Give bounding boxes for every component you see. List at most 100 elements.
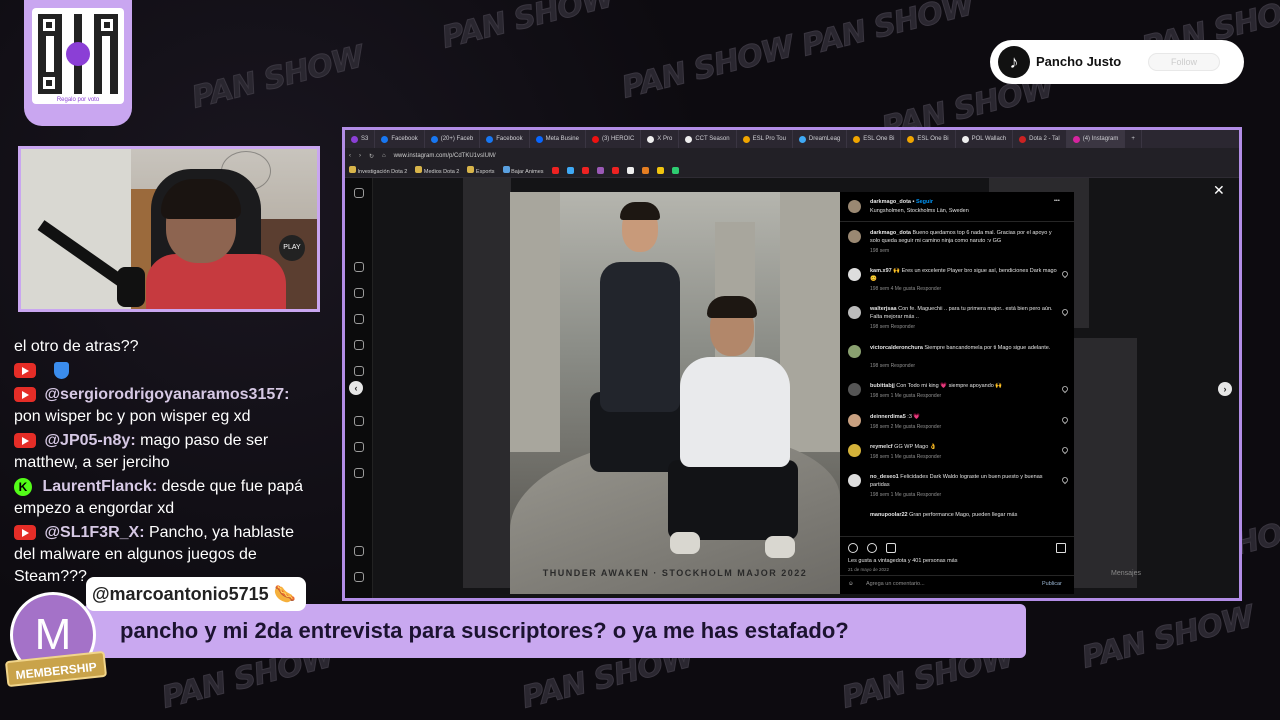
like-icon[interactable]	[848, 543, 858, 553]
kick-icon: K	[14, 477, 32, 496]
tab[interactable]: (20+) Faceb	[425, 130, 481, 148]
threads-icon[interactable]	[354, 572, 364, 582]
live-chat: el otro de atras?? @sergiorodrigoyanaram…	[14, 336, 318, 598]
follow-link[interactable]: Seguir	[916, 199, 933, 205]
tab[interactable]: ESL Pro Tou	[737, 130, 793, 148]
reels-icon[interactable]	[354, 288, 364, 298]
likes-count[interactable]: Les gusta a vintagedota y 401 personas m…	[848, 558, 957, 564]
post-actions: Les gusta a vintagedota y 401 personas m…	[840, 536, 1074, 594]
address-row: ‹ › ↻ ⌂ www.instagram.com/p/CdTKU1vsIUM/	[345, 148, 1239, 164]
like-icon[interactable]	[1060, 269, 1070, 279]
browser-menu[interactable]: S3	[345, 130, 376, 148]
home-icon[interactable]: ⌂	[382, 153, 386, 159]
avatar[interactable]	[848, 383, 861, 396]
dashboard-icon[interactable]	[354, 442, 364, 452]
image-caption: THUNDER AWAKEN · STOCKHOLM MAJOR 2022	[542, 568, 808, 578]
tab[interactable]: DreamLeag	[793, 130, 848, 148]
like-icon[interactable]	[1060, 384, 1070, 394]
tab[interactable]: Dota 2 - Tal	[1013, 130, 1067, 148]
background-logo: PAN SHOW	[188, 39, 368, 116]
tab-instagram[interactable]: (4) Instagram	[1066, 130, 1126, 148]
browser-window: S3 Facebook (20+) Faceb Facebook Meta Bu…	[342, 127, 1242, 601]
create-icon[interactable]	[354, 416, 364, 426]
tab[interactable]: CCT Season	[679, 130, 737, 148]
explore-icon[interactable]	[354, 366, 364, 376]
chat-message	[14, 360, 318, 382]
instagram-icon[interactable]	[354, 188, 364, 198]
qr-card[interactable]: Regalo por voto	[24, 0, 132, 126]
qr-code: Regalo por voto	[32, 8, 124, 104]
membership-message: pancho y mi 2da entrevista para suscript…	[120, 618, 849, 643]
tiktok-name: Pancho Justo	[1036, 54, 1122, 69]
back-icon[interactable]: ‹	[349, 153, 351, 159]
comment-icon[interactable]	[867, 543, 877, 553]
reload-icon[interactable]: ↻	[369, 153, 374, 160]
background-logo: PAN SHOW	[438, 0, 618, 56]
prev-post-button[interactable]: ‹	[349, 381, 363, 395]
tab[interactable]: Meta Busine	[530, 130, 586, 148]
url-bar[interactable]: www.instagram.com/p/CdTKU1vsIUM/	[394, 153, 496, 159]
post-author[interactable]: darkmago_dota • Seguir	[870, 199, 933, 205]
chat-username: @SL1F3R_X:	[44, 524, 145, 541]
forward-icon[interactable]: ›	[359, 153, 361, 159]
tiktok-follow-card: ♪ Pancho Justo Follow	[990, 40, 1244, 84]
chat-username: LaurentFlanck:	[42, 478, 158, 495]
emoji-icon[interactable]: ☺	[848, 581, 854, 587]
tiktok-icon: ♪	[998, 46, 1030, 78]
avatar[interactable]	[848, 200, 861, 213]
next-post-button[interactable]: ›	[1218, 382, 1232, 396]
messages-label[interactable]: Mensajes	[1111, 570, 1141, 577]
profile-icon[interactable]	[354, 468, 364, 478]
search-icon[interactable]	[354, 340, 364, 350]
play-badge: PLAY	[279, 235, 305, 261]
comment-input[interactable]: Agrega un comentario...	[866, 581, 925, 587]
avatar[interactable]	[848, 345, 861, 358]
tab[interactable]: ESL One Bi	[901, 130, 956, 148]
chat-message: el otro de atras??	[14, 336, 318, 358]
tab[interactable]: X Pro	[641, 130, 680, 148]
avatar[interactable]	[848, 268, 861, 281]
more-options-icon[interactable]: •••	[1054, 198, 1060, 204]
avatar[interactable]	[848, 230, 861, 243]
menu-icon[interactable]	[354, 546, 364, 556]
avatar[interactable]	[848, 414, 861, 427]
youtube-icon	[14, 525, 36, 541]
tab[interactable]: Facebook	[375, 130, 425, 148]
home-icon[interactable]	[354, 262, 364, 272]
shield-icon	[54, 362, 70, 380]
share-icon[interactable]	[886, 543, 896, 553]
qr-logo	[66, 42, 90, 66]
instagram-page: THUNDER AWAKEN · STOCKHOLM MAJOR 2022 da…	[345, 178, 1239, 598]
messages-icon[interactable]	[354, 314, 364, 324]
tab[interactable]: Facebook	[480, 130, 530, 148]
publish-button[interactable]: Publicar	[1042, 581, 1062, 587]
post-header: darkmago_dota • Seguir Kungsholmen, Stoc…	[840, 192, 1074, 222]
avatar[interactable]	[848, 444, 861, 457]
avatar[interactable]	[848, 474, 861, 487]
avatar[interactable]	[848, 306, 861, 319]
new-tab-button[interactable]: +	[1125, 130, 1142, 148]
close-icon[interactable]: ✕	[1213, 182, 1225, 199]
bookmark-folder[interactable]: Bajar Animes	[502, 166, 544, 175]
bookmarks-bar: Investigación Dota 2 Medios Dota 2 Espor…	[345, 164, 1239, 178]
membership-username: @marcoantonio5715 🌭	[86, 577, 307, 611]
tab[interactable]: POL Wallach	[956, 130, 1014, 148]
like-icon[interactable]	[1060, 307, 1070, 317]
tab[interactable]: ESL One Bi	[847, 130, 902, 148]
post-image: THUNDER AWAKEN · STOCKHOLM MAJOR 2022	[510, 192, 840, 594]
tab-bar: S3 Facebook (20+) Faceb Facebook Meta Bu…	[345, 130, 1239, 148]
youtube-icon	[14, 387, 36, 403]
membership-banner: pancho y mi 2da entrevista para suscript…	[84, 604, 1026, 658]
bookmark-folder[interactable]: Investigación Dota 2	[349, 166, 407, 175]
follow-button[interactable]: Follow	[1148, 53, 1220, 71]
background-logo: PAN SHOW	[618, 29, 798, 106]
bookmark-folder[interactable]: Esports	[467, 166, 495, 175]
like-icon[interactable]	[1060, 415, 1070, 425]
tab[interactable]: (3) HEROIC	[586, 130, 642, 148]
like-icon[interactable]	[1060, 445, 1070, 455]
save-icon[interactable]	[1056, 543, 1066, 553]
bookmark-folder[interactable]: Medios Dota 2	[415, 166, 459, 175]
like-icon[interactable]	[1060, 475, 1070, 485]
background-logo: PAN SHOW	[1078, 599, 1258, 676]
post-location[interactable]: Kungsholmen, Stockholms Län, Sweden	[870, 208, 969, 214]
